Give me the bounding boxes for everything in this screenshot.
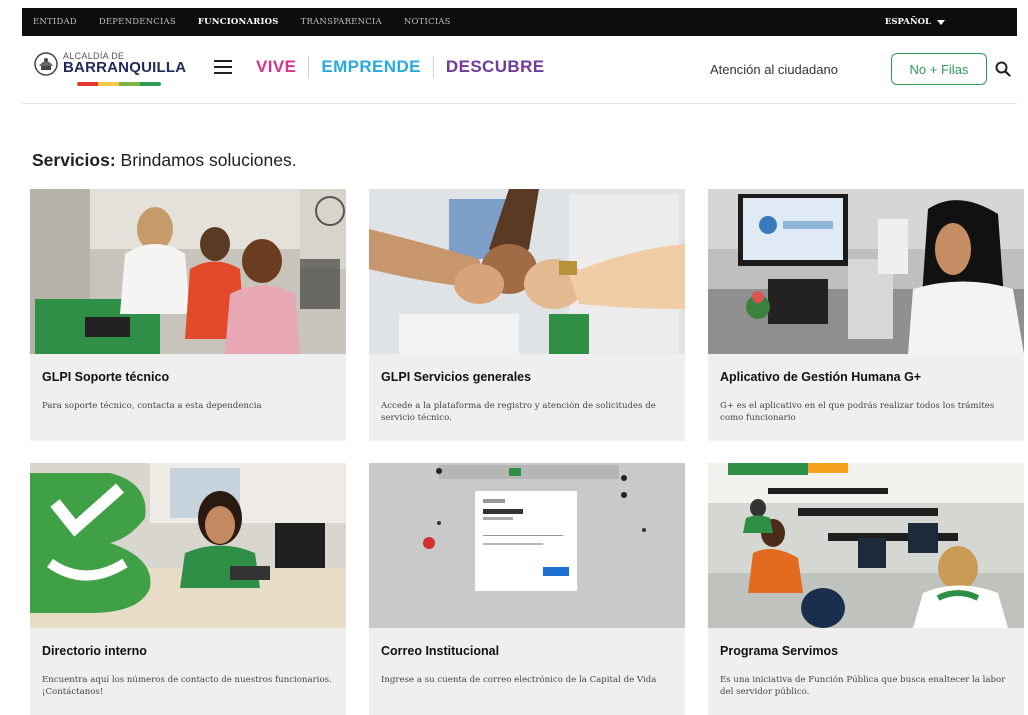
service-card-gestion-humana[interactable]: Aplicativo de Gestión Humana G+ G+ es el… bbox=[708, 189, 1024, 441]
card-image bbox=[369, 189, 685, 354]
nav-emprende[interactable]: EMPRENDE bbox=[321, 57, 421, 77]
card-title: GLPI Soporte técnico bbox=[42, 370, 170, 384]
language-selector[interactable]: ESPAÑOL bbox=[885, 8, 945, 36]
service-card-glpi-servicios[interactable]: GLPI Servicios generales Accede a la pla… bbox=[369, 189, 685, 441]
card-title: Aplicativo de Gestión Humana G+ bbox=[720, 370, 922, 384]
card-description: Accede a la plataforma de registro y ate… bbox=[381, 401, 656, 423]
main-nav: VIVE EMPRENDE DESCUBRE bbox=[256, 56, 545, 78]
card-description: G+ es el aplicativo en el que podrás rea… bbox=[720, 401, 995, 423]
search-icon[interactable] bbox=[995, 61, 1011, 77]
card-description: Es una iniciativa de Función Pública que… bbox=[720, 675, 1006, 697]
caret-down-icon bbox=[937, 19, 945, 25]
city-seal-icon bbox=[34, 52, 58, 76]
topnav-funcionarios[interactable]: FUNCIONARIOS bbox=[198, 17, 279, 27]
section-title-rest: Brindamos soluciones. bbox=[115, 150, 297, 170]
card-title: Directorio interno bbox=[42, 644, 147, 658]
card-image bbox=[708, 189, 1024, 354]
card-image bbox=[708, 463, 1024, 628]
nav-descubre[interactable]: DESCUBRE bbox=[446, 57, 545, 77]
top-nav: ENTIDAD DEPENDENCIAS FUNCIONARIOS TRANSP… bbox=[33, 8, 451, 36]
site-logo[interactable]: ALCALDÍA DE BARRANQUILLA bbox=[33, 48, 187, 92]
logo-big-text: BARRANQUILLA bbox=[63, 59, 187, 76]
service-card-correo[interactable]: Correo Institucional Ingrese a su cuenta… bbox=[369, 463, 685, 715]
card-image bbox=[30, 189, 346, 354]
nav-divider bbox=[308, 56, 310, 78]
language-label: ESPAÑOL bbox=[884, 17, 931, 27]
card-description: Para soporte técnico, contacta a esta de… bbox=[42, 401, 262, 411]
section-title-bold: Servicios: bbox=[32, 150, 116, 170]
topnav-dependencias[interactable]: DEPENDENCIAS bbox=[99, 17, 176, 27]
service-card-servimos[interactable]: Programa Servimos Es una iniciativa de F… bbox=[708, 463, 1024, 715]
site-header: ALCALDÍA DE BARRANQUILLA VIVE EMPRENDE D… bbox=[22, 36, 1017, 104]
service-card-directorio[interactable]: Directorio interno Encuentra aquí los nú… bbox=[30, 463, 346, 715]
section-title: Servicios: Brindamos soluciones. bbox=[32, 150, 297, 171]
card-description: Ingrese a su cuenta de correo electrónic… bbox=[381, 675, 657, 685]
nav-vive[interactable]: VIVE bbox=[256, 57, 296, 77]
no-filas-button[interactable]: No + Filas bbox=[891, 53, 987, 85]
topnav-noticias[interactable]: NOTICIAS bbox=[404, 17, 451, 27]
hamburger-menu-icon[interactable] bbox=[214, 60, 232, 74]
top-bar: ENTIDAD DEPENDENCIAS FUNCIONARIOS TRANSP… bbox=[22, 8, 1017, 36]
card-image bbox=[30, 463, 346, 628]
card-description: Encuentra aquí los números de contacto d… bbox=[42, 675, 332, 697]
service-card-glpi-soporte[interactable]: GLPI Soporte técnico Para soporte técnic… bbox=[30, 189, 346, 441]
atencion-ciudadano-link[interactable]: Atención al ciudadano bbox=[710, 62, 838, 77]
logo-color-stripe bbox=[77, 82, 161, 86]
topnav-entidad[interactable]: ENTIDAD bbox=[33, 17, 77, 27]
topnav-transparencia[interactable]: TRANSPARENCIA bbox=[301, 17, 382, 27]
card-title: Programa Servimos bbox=[720, 644, 839, 658]
card-title: Correo Institucional bbox=[381, 644, 500, 658]
card-image bbox=[369, 463, 685, 628]
card-title: GLPI Servicios generales bbox=[381, 370, 532, 384]
nav-divider bbox=[432, 56, 434, 78]
